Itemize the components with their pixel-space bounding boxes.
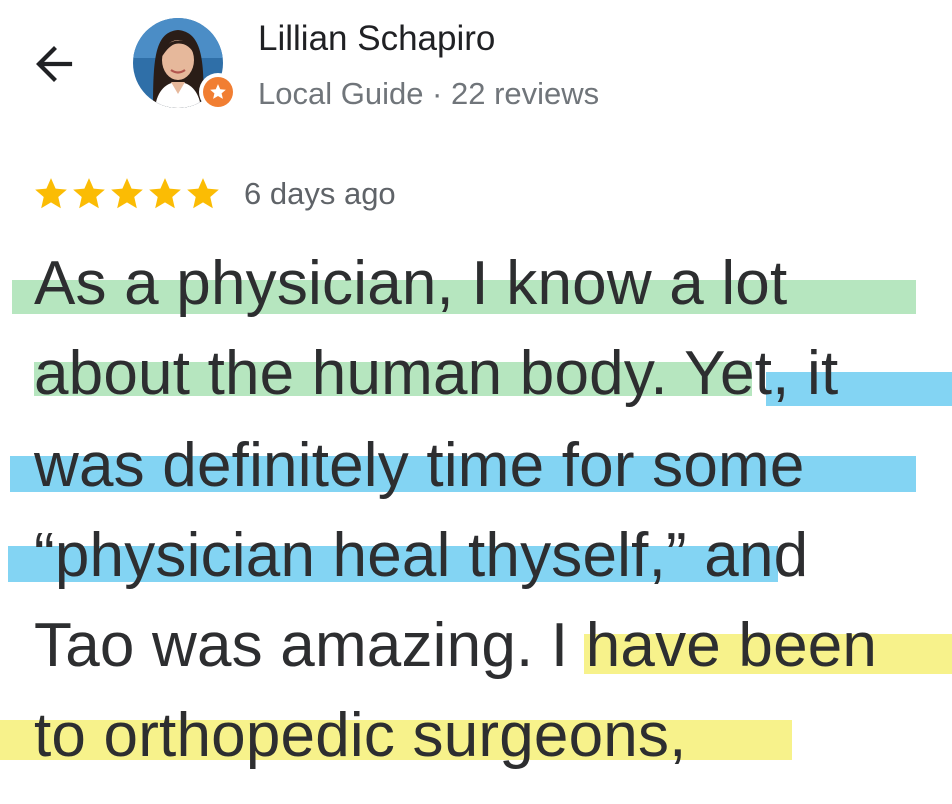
reviewer-meta: Local Guide · 22 reviews xyxy=(258,76,600,111)
star-icon xyxy=(149,178,181,209)
local-guide-badge xyxy=(199,73,237,111)
reviewer-name[interactable]: Lillian Schapiro xyxy=(258,18,495,60)
star-icon xyxy=(111,178,143,209)
review-line: As a physician, I know a lot xyxy=(34,249,788,318)
review-line: about the human body. Yet, it xyxy=(34,339,839,408)
review-date: 6 days ago xyxy=(244,176,396,211)
arrow-left-icon xyxy=(36,46,73,82)
review-line: Tao was amazing. I have been xyxy=(34,611,878,680)
review-text: As a physician, I know a lot about the h… xyxy=(0,244,952,804)
star-icon xyxy=(187,178,219,209)
star-icon xyxy=(73,178,105,209)
review-line: to orthopedic surgeons, xyxy=(34,701,687,770)
star-icon xyxy=(35,178,67,209)
review-line: “physician heal thyself,” and xyxy=(34,521,809,590)
review-line: was definitely time for some xyxy=(34,431,805,500)
star-rating xyxy=(32,175,222,213)
local-guide-star-icon xyxy=(210,84,226,99)
rating-row: 6 days ago xyxy=(32,172,396,216)
avatar[interactable] xyxy=(133,18,237,111)
back-button[interactable] xyxy=(22,36,86,92)
